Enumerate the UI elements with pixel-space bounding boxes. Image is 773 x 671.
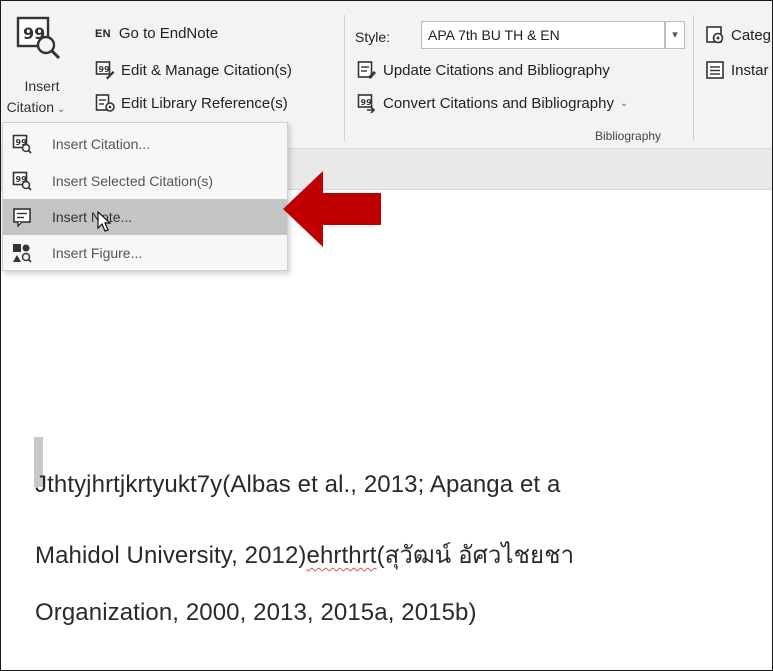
instant-formatting-button[interactable]: Instar [705, 60, 769, 80]
bibliography-group-label: Bibliography [595, 129, 662, 143]
menu-item-label: Insert Selected Citation(s) [52, 173, 214, 189]
go-to-endnote-label: Go to EndNote [118, 25, 219, 42]
menu-item-label: Insert Note... [52, 209, 133, 225]
edit-library-label: Edit Library Reference(s) [121, 94, 288, 112]
edit-manage-citations-button[interactable]: 99 Edit & Manage Citation(s) [95, 60, 292, 80]
edit-library-icon [95, 94, 115, 112]
insert-selected-citation-icon: 99 [9, 168, 35, 194]
endnote-icon: EN [95, 27, 111, 40]
categorize-icon [706, 26, 724, 44]
update-citations-label: Update Citations and Bibliography [383, 61, 610, 79]
categorize-button[interactable]: Categ [705, 25, 771, 45]
menu-item-insert-note[interactable]: Insert Note... [3, 199, 287, 235]
edit-citation-icon: 99 [95, 61, 115, 80]
ribbon-separator [344, 15, 345, 141]
edit-library-reference-button[interactable]: Edit Library Reference(s) [95, 93, 288, 113]
svg-text:99: 99 [99, 65, 111, 74]
app-window: 99 Insert Citation ⌄ EN Go to EndNote 99 … [0, 0, 773, 671]
insert-citation-label-2: Citation ⌄ [6, 99, 66, 115]
menu-item-insert-citation[interactable]: 99 Insert Citation... [3, 126, 287, 162]
go-to-endnote-button[interactable]: EN Go to EndNote [95, 25, 218, 42]
insert-citation-icon: 99 [9, 131, 35, 157]
document-line-2[interactable]: Mahidol University, 2012)ehrthrt(สุวัฒน์… [35, 535, 574, 574]
categorize-label: Categ [731, 26, 772, 44]
convert-citations-icon: 99 [357, 94, 376, 113]
document-text-segment: Mahidol University, 2012) [35, 542, 307, 569]
misspelled-word: ehrthrt [306, 542, 377, 569]
chevron-down-icon: ⌄ [619, 97, 629, 109]
ribbon-separator [693, 15, 694, 141]
menu-item-label: Insert Citation... [52, 136, 151, 152]
thai-citation-text: (สุวัฒน์ อัศวไชยชา [376, 542, 575, 569]
document-line-3[interactable]: Organization, 2000, 2013, 2015a, 2015b) [35, 599, 477, 627]
convert-citations-button[interactable]: 99 Convert Citations and Bibliography ⌄ [357, 93, 628, 113]
insert-citation-label-1: Insert [24, 78, 60, 94]
red-arrow-annotation [283, 171, 381, 247]
insert-figure-icon [9, 240, 35, 266]
edit-manage-label: Edit & Manage Citation(s) [121, 61, 292, 79]
menu-item-insert-selected-citations[interactable]: 99 Insert Selected Citation(s) [3, 163, 287, 199]
menu-item-insert-figure[interactable]: Insert Figure... [3, 235, 287, 271]
insert-note-icon [9, 204, 35, 230]
style-select[interactable]: APA 7th BU TH & EN [421, 21, 665, 49]
style-dropdown-button[interactable]: ▾ [665, 21, 685, 49]
document-line-1[interactable]: Jthtyjhrtjkrtyukt7y(Albas et al., 2013; … [35, 471, 560, 499]
chevron-down-icon: ⌄ [57, 104, 66, 115]
update-citations-button[interactable]: Update Citations and Bibliography [357, 60, 610, 80]
mouse-cursor-icon [97, 211, 111, 232]
update-citations-icon [357, 61, 376, 79]
style-label: Style: [355, 29, 391, 45]
dropdown-arrow-icon: ▾ [672, 29, 678, 41]
convert-citations-label: Convert Citations and Bibliography [383, 94, 614, 112]
instant-formatting-label: Instar [731, 61, 769, 79]
menu-item-label: Insert Figure... [52, 245, 143, 261]
instant-formatting-icon [706, 61, 724, 79]
insert-citation-dropdown: 99 Insert Citation... 99 Insert Selected… [2, 122, 288, 271]
svg-text:99: 99 [361, 98, 373, 107]
insert-citation-icon: 99 [16, 16, 61, 60]
